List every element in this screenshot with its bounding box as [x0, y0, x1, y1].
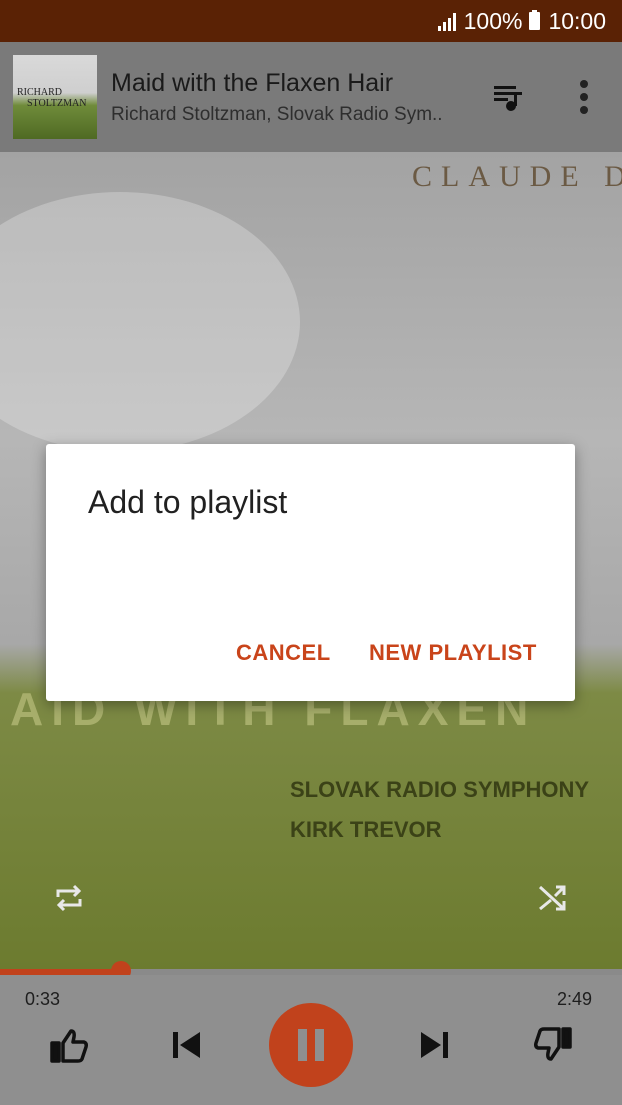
repeat-icon[interactable] — [47, 876, 91, 920]
thumb-text-1: RICHARD — [17, 87, 63, 98]
shuffle-icon[interactable] — [531, 876, 575, 920]
album-thumbnail[interactable]: RICHARD STOLTZMAN — [13, 55, 97, 139]
total-time: 2:49 — [557, 989, 593, 1009]
battery-percent: 100% — [463, 7, 523, 34]
battery-icon — [529, 10, 541, 30]
next-icon[interactable] — [415, 1025, 455, 1065]
signal-icon — [436, 11, 456, 31]
new-playlist-button[interactable]: NEW PLAYLIST — [369, 640, 537, 666]
track-artist: Richard Stoltzman, Slovak Radio Sym.. — [111, 103, 443, 125]
status-bar: 100% 10:00 — [0, 0, 622, 42]
cancel-button[interactable]: CANCEL — [236, 640, 331, 666]
thumbs-up-icon[interactable] — [46, 1023, 92, 1069]
thumbs-down-icon[interactable] — [530, 1021, 576, 1067]
previous-icon[interactable] — [166, 1025, 206, 1065]
track-title: Maid with the Flaxen Hair — [111, 68, 394, 97]
track-info[interactable]: Maid with the Flaxen Hair Richard Stoltz… — [111, 69, 476, 126]
art-conductor-text: KIRK TREVOR — [290, 817, 442, 842]
thumb-text-2: STOLTZMAN — [27, 98, 87, 109]
playback-controls: 0:33 2:49 — [0, 975, 622, 1105]
queue-icon[interactable] — [482, 71, 534, 123]
clock: 10:00 — [548, 7, 606, 34]
pause-button[interactable] — [269, 1003, 353, 1087]
dialog-title: Add to playlist — [88, 484, 288, 520]
art-orchestra-text: SLOVAK RADIO SYMPHONY — [290, 777, 590, 802]
art-swoosh — [0, 192, 300, 452]
elapsed-time: 0:33 — [25, 989, 61, 1009]
more-vert-icon[interactable] — [558, 71, 610, 123]
now-playing-header[interactable]: RICHARD STOLTZMAN Maid with the Flaxen H… — [0, 42, 622, 152]
art-composer-text: CLAUDE D — [412, 160, 622, 193]
add-to-playlist-dialog: Add to playlist CANCEL NEW PLAYLIST — [46, 444, 575, 701]
pause-icon — [294, 1029, 328, 1061]
